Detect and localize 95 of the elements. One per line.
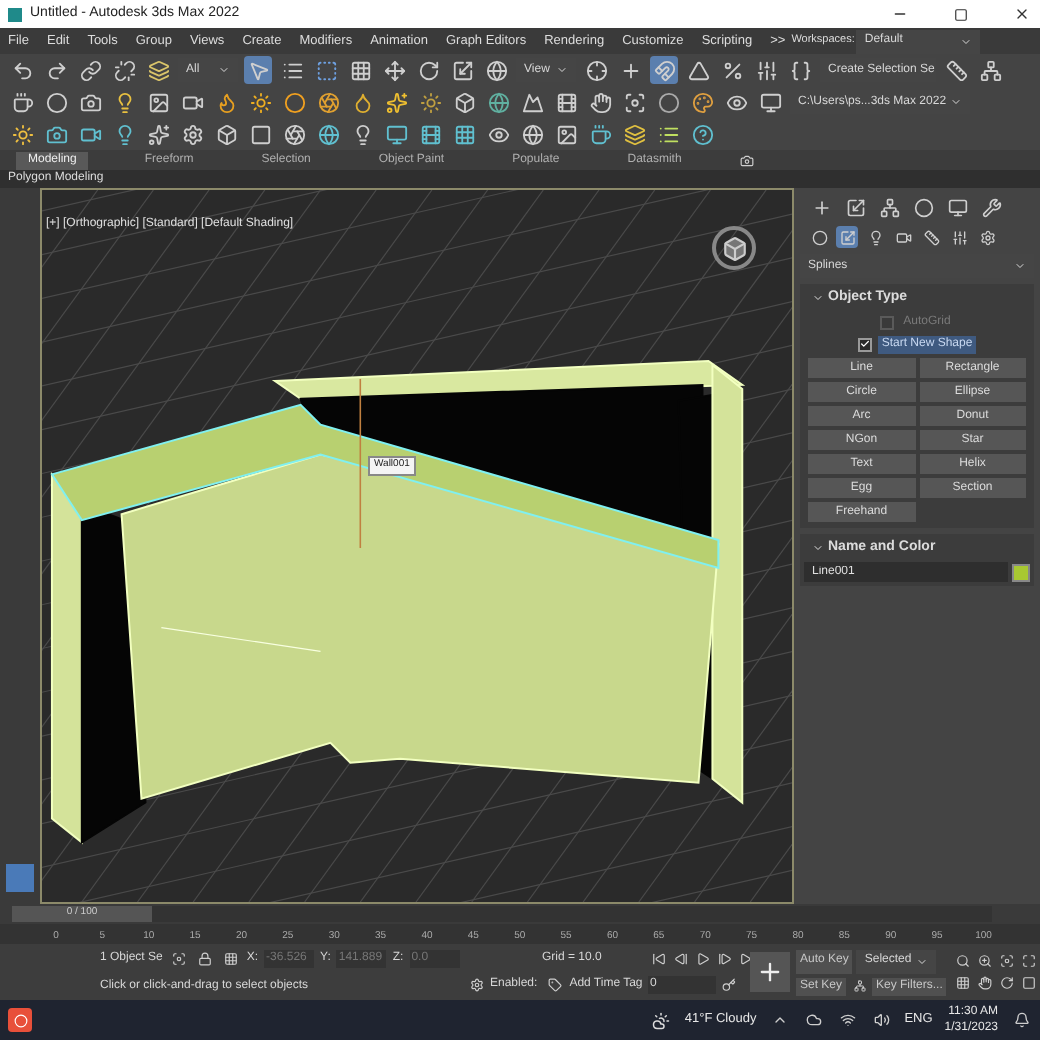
tag-icon[interactable] (545, 975, 566, 995)
rectangle-selection-icon[interactable] (312, 56, 340, 84)
teapot-icon[interactable] (8, 88, 36, 116)
shapes-icon[interactable] (836, 226, 858, 248)
sparkles-icon[interactable] (382, 88, 410, 116)
sun-icon[interactable] (8, 120, 36, 148)
key-tangent-icon[interactable] (850, 977, 869, 995)
cloud-icon[interactable] (802, 1009, 825, 1031)
globe-icon[interactable] (482, 56, 510, 84)
film-icon[interactable] (552, 88, 580, 116)
lock-icon[interactable] (194, 949, 215, 969)
pivot-icon[interactable] (582, 56, 610, 84)
focus-icon[interactable] (620, 88, 648, 116)
space-warps-icon[interactable] (948, 226, 970, 248)
scene-explorer-toggle[interactable] (6, 864, 34, 892)
checkbox[interactable] (857, 337, 872, 351)
aperture-icon[interactable] (280, 120, 308, 148)
collapse-caret-icon[interactable] (812, 541, 824, 554)
maximize-viewport-icon[interactable] (1018, 973, 1039, 993)
select-icon[interactable] (244, 56, 272, 84)
previous-frame-icon[interactable] (670, 949, 690, 969)
sun-icon[interactable] (416, 88, 444, 116)
circle-icon[interactable] (42, 88, 70, 116)
palette-icon[interactable] (688, 88, 716, 116)
zoom-icon[interactable] (952, 951, 973, 971)
film-icon[interactable] (416, 120, 444, 148)
notification-icon[interactable] (1010, 1009, 1032, 1031)
layers-icon[interactable] (144, 56, 172, 84)
field-of-view-icon[interactable] (952, 973, 973, 993)
collapse-caret-icon[interactable] (812, 292, 824, 305)
mountain-icon[interactable] (518, 88, 546, 116)
cube-icon[interactable] (212, 120, 240, 148)
monitor-icon[interactable] (382, 120, 410, 148)
go-to-start-icon[interactable] (648, 949, 668, 969)
move-icon[interactable] (380, 56, 408, 84)
isolate-icon[interactable] (168, 949, 189, 969)
globe-icon[interactable] (314, 120, 342, 148)
window-crossing-icon[interactable] (346, 56, 374, 84)
set-key-button[interactable] (750, 952, 790, 992)
app-taskbar-icon[interactable] (8, 1008, 32, 1032)
braces-icon[interactable] (786, 56, 814, 84)
sphere-icon[interactable] (654, 88, 682, 116)
rotate-icon[interactable] (414, 56, 442, 84)
helpers-icon[interactable] (920, 226, 942, 248)
maximize-icon[interactable] (950, 4, 970, 24)
image-icon[interactable] (144, 88, 172, 116)
hand-icon[interactable] (586, 88, 614, 116)
angle-snap-icon[interactable] (684, 56, 712, 84)
plus-icon (756, 958, 784, 986)
display-tab-icon[interactable] (944, 194, 970, 220)
transform-mode-icon[interactable] (220, 949, 241, 969)
grid-icon[interactable] (450, 120, 478, 148)
utilities-tab-icon[interactable] (978, 194, 1004, 220)
viewcube-icon[interactable] (712, 226, 756, 270)
sphere-icon[interactable] (280, 88, 308, 116)
orbit-icon[interactable] (996, 973, 1017, 993)
systems-icon[interactable] (976, 226, 998, 248)
globe-icon[interactable] (484, 88, 512, 116)
speaker-icon[interactable] (870, 1009, 893, 1031)
unlink-icon[interactable] (110, 56, 138, 84)
hierarchy-tab-icon[interactable] (876, 194, 902, 220)
next-frame-icon[interactable] (714, 949, 734, 969)
globe-icon[interactable] (518, 120, 546, 148)
pan-icon[interactable] (974, 973, 995, 993)
camera-icon[interactable] (737, 150, 758, 170)
motion-tab-icon[interactable] (910, 194, 936, 220)
sparkles-icon[interactable] (144, 120, 172, 148)
app-icon (8, 7, 22, 21)
key-icon[interactable] (718, 975, 738, 995)
square-icon[interactable] (246, 120, 274, 148)
snap-icon[interactable] (650, 56, 678, 84)
color-swatch[interactable] (1012, 563, 1030, 581)
wall-model-drawing[interactable] (50, 360, 746, 845)
zoom-region-icon[interactable] (1018, 951, 1039, 971)
image-icon[interactable] (552, 120, 580, 148)
teapot-icon[interactable] (586, 120, 614, 148)
aperture-icon[interactable] (314, 88, 342, 116)
gear-icon[interactable] (178, 120, 206, 148)
schematic-icon[interactable] (976, 56, 1004, 84)
link-icon[interactable] (76, 56, 104, 84)
geometry-icon[interactable] (808, 226, 830, 248)
play-icon[interactable] (692, 949, 712, 969)
ruler-icon[interactable] (942, 56, 970, 84)
gear-icon[interactable] (466, 975, 486, 995)
modify-tab-icon[interactable] (842, 194, 868, 220)
sun-icon[interactable] (246, 88, 274, 116)
weather-icon[interactable] (648, 1008, 673, 1032)
scale-icon[interactable] (448, 56, 476, 84)
cube-icon[interactable] (450, 88, 478, 116)
help-icon[interactable] (688, 120, 716, 148)
monitor-icon[interactable] (756, 88, 784, 116)
spinner-snap-icon[interactable] (752, 56, 780, 84)
zoom-extents-icon[interactable] (996, 951, 1017, 971)
zoom-all-icon[interactable] (974, 951, 995, 971)
layers-icon[interactable] (620, 120, 648, 148)
